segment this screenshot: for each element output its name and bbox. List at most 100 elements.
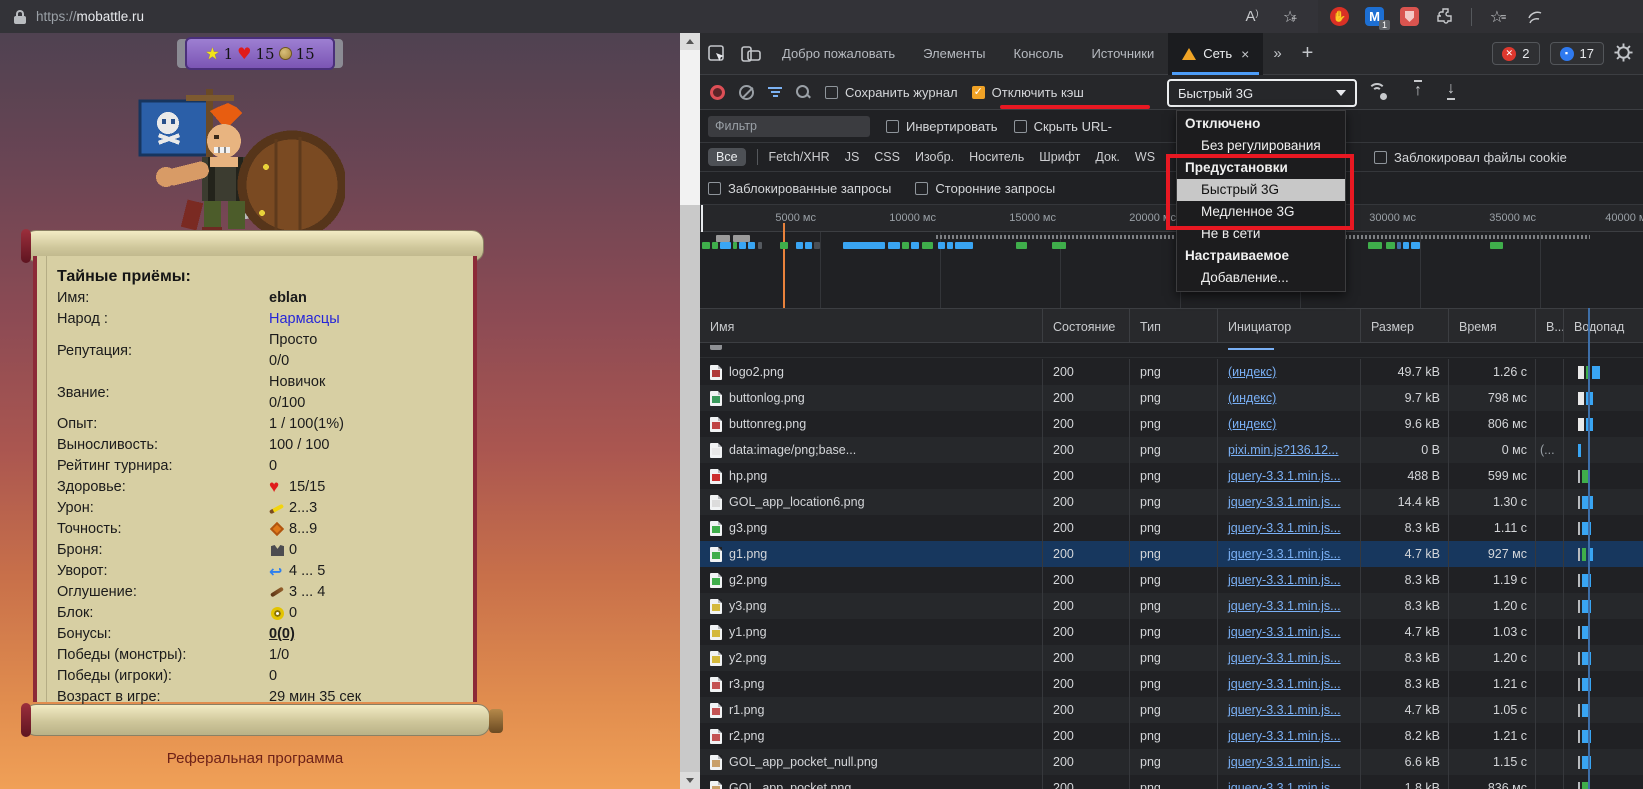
type-filter[interactable]: WS: [1135, 150, 1155, 164]
malwarebytes-icon[interactable]: M1: [1365, 7, 1384, 26]
search-icon[interactable]: [796, 85, 811, 100]
network-conditions-icon[interactable]: [1368, 83, 1390, 101]
request-initiator-link[interactable]: jquery-3.3.1.min.js...: [1228, 573, 1341, 587]
devtools-tab[interactable]: Элементы: [909, 33, 999, 75]
col-time[interactable]: Время: [1448, 309, 1535, 344]
clear-icon[interactable]: [739, 85, 754, 100]
partial-request-row[interactable]: [700, 343, 1643, 358]
preserve-log-checkbox[interactable]: Сохранить журнал: [825, 85, 958, 100]
throttling-menu-item[interactable]: Настраиваемое: [1177, 245, 1345, 267]
tab-network[interactable]: Сеть ×: [1168, 33, 1263, 75]
add-favorite-icon[interactable]: ☆+: [1280, 7, 1300, 27]
request-row[interactable]: buttonreg.png 200 png (индекс) 9.6 kB 80…: [700, 411, 1643, 437]
devtools-tab[interactable]: Источники: [1077, 33, 1168, 75]
scrollbar-thumb[interactable]: [680, 50, 700, 205]
request-initiator-link[interactable]: jquery-3.3.1.min.js...: [1228, 625, 1341, 639]
request-row[interactable]: g1.png 200 png jquery-3.3.1.min.js... 4.…: [700, 541, 1643, 567]
type-filter-all[interactable]: Все: [708, 148, 746, 166]
devtools-tab[interactable]: Консоль: [1000, 33, 1078, 75]
add-tab-icon[interactable]: +: [1292, 42, 1324, 65]
request-initiator-link[interactable]: jquery-3.3.1.min.js...: [1228, 677, 1341, 691]
col-type[interactable]: Тип: [1129, 309, 1217, 344]
request-initiator-link[interactable]: jquery-3.3.1.min.js...: [1228, 651, 1341, 665]
disable-cache-checkbox[interactable]: Отключить кэш: [972, 85, 1084, 100]
request-initiator-link[interactable]: (индекс): [1228, 417, 1276, 431]
inspect-element-icon[interactable]: [700, 39, 734, 69]
referral-link[interactable]: Реферальная программа: [33, 750, 477, 767]
request-row[interactable]: GOL_app_pocket.png 200 png jquery-3.3.1.…: [700, 775, 1643, 789]
extensions-puzzle-icon[interactable]: [1435, 7, 1455, 27]
request-initiator-link[interactable]: jquery-3.3.1.min.js...: [1228, 547, 1341, 561]
import-har-icon[interactable]: ↑: [1414, 80, 1422, 100]
export-har-icon[interactable]: ↓: [1447, 80, 1455, 100]
adblock-hand-icon[interactable]: ✋: [1330, 7, 1349, 26]
close-tab-icon[interactable]: ×: [1241, 46, 1249, 62]
blocked-requests-checkbox[interactable]: Заблокированные запросы: [708, 181, 891, 196]
col-waterfall[interactable]: Водопад: [1563, 309, 1643, 344]
throttling-dropdown[interactable]: Быстрый 3G: [1167, 79, 1357, 107]
request-initiator-link[interactable]: jquery-3.3.1.min.js...: [1228, 599, 1341, 613]
request-row[interactable]: r2.png 200 png jquery-3.3.1.min.js... 8.…: [700, 723, 1643, 749]
request-row[interactable]: hp.png 200 png jquery-3.3.1.min.js... 48…: [700, 463, 1643, 489]
address-bar[interactable]: https://mobattle.ru A) ☆+: [0, 0, 1318, 33]
request-initiator-link[interactable]: jquery-3.3.1.min.js...: [1228, 521, 1341, 535]
url-text[interactable]: https://mobattle.ru: [36, 9, 144, 24]
record-icon[interactable]: [710, 85, 725, 100]
type-filter[interactable]: JS: [845, 150, 860, 164]
col-size[interactable]: Размер: [1360, 309, 1448, 344]
request-initiator-link[interactable]: jquery-3.3.1.min.js...: [1228, 755, 1341, 769]
read-aloud-icon[interactable]: A): [1242, 7, 1262, 27]
request-row[interactable]: r1.png 200 png jquery-3.3.1.min.js... 4.…: [700, 697, 1643, 723]
request-row[interactable]: y3.png 200 png jquery-3.3.1.min.js... 8.…: [700, 593, 1643, 619]
request-row[interactable]: y1.png 200 png jquery-3.3.1.min.js... 4.…: [700, 619, 1643, 645]
device-toolbar-icon[interactable]: [734, 39, 768, 69]
request-row[interactable]: y2.png 200 png jquery-3.3.1.min.js... 8.…: [700, 645, 1643, 671]
more-tabs-icon[interactable]: »: [1263, 45, 1291, 62]
request-row[interactable]: logo2.png 200 png (индекс) 49.7 kB 1.26 …: [700, 359, 1643, 385]
type-filter[interactable]: Док.: [1095, 150, 1120, 164]
type-filter[interactable]: Fetch/XHR: [769, 150, 830, 164]
request-initiator-link[interactable]: (индекс): [1228, 391, 1276, 405]
throttling-menu-item[interactable]: Отключено: [1177, 113, 1345, 135]
type-filter[interactable]: Шрифт: [1039, 150, 1080, 164]
message-count-badge[interactable]: ▪17: [1550, 42, 1604, 65]
settings-gear-icon[interactable]: [1614, 43, 1633, 65]
request-initiator-link[interactable]: jquery-3.3.1.min.js...: [1228, 781, 1341, 789]
page-scrollbar[interactable]: [680, 33, 700, 789]
type-filter[interactable]: Носитель: [969, 150, 1024, 164]
request-row[interactable]: g2.png 200 png jquery-3.3.1.min.js... 8.…: [700, 567, 1643, 593]
devtools-tab[interactable]: Добро пожаловать: [768, 33, 909, 75]
hide-data-urls-checkbox[interactable]: Скрыть URL-: [1014, 119, 1112, 134]
request-row[interactable]: buttonlog.png 200 png (индекс) 9.7 kB 79…: [700, 385, 1643, 411]
shield-extension-icon[interactable]: [1400, 7, 1419, 26]
scroll-down-button[interactable]: [680, 772, 700, 789]
invert-checkbox[interactable]: Инвертировать: [886, 119, 998, 134]
type-filter[interactable]: CSS: [874, 150, 900, 164]
col-status[interactable]: Состояние: [1042, 309, 1129, 344]
col-name[interactable]: Имя: [700, 309, 1042, 344]
third-party-checkbox[interactable]: Сторонние запросы: [915, 181, 1055, 196]
request-row[interactable]: r3.png 200 png jquery-3.3.1.min.js... 8.…: [700, 671, 1643, 697]
blocked-cookies-checkbox[interactable]: Заблокировал файлы cookie: [1374, 150, 1567, 165]
browser-extra-icon[interactable]: [1524, 7, 1544, 27]
col-initiator[interactable]: Инициатор: [1217, 309, 1360, 344]
request-initiator-link[interactable]: jquery-3.3.1.min.js...: [1228, 729, 1341, 743]
request-initiator-link[interactable]: (индекс): [1228, 365, 1276, 379]
request-row[interactable]: GOL_app_location6.png 200 png jquery-3.3…: [700, 489, 1643, 515]
request-row[interactable]: g3.png 200 png jquery-3.3.1.min.js... 8.…: [700, 515, 1643, 541]
lock-icon[interactable]: [14, 10, 26, 24]
request-initiator-link[interactable]: jquery-3.3.1.min.js...: [1228, 495, 1341, 509]
request-row[interactable]: data:image/png;base... 200 png pixi.min.…: [700, 437, 1643, 463]
favorites-star-icon[interactable]: ☆≡: [1488, 7, 1508, 27]
request-row[interactable]: GOL_app_pocket_null.png 200 png jquery-3…: [700, 749, 1643, 775]
error-count-badge[interactable]: ✕2: [1492, 42, 1539, 65]
request-initiator-link[interactable]: jquery-3.3.1.min.js...: [1228, 703, 1341, 717]
col-waterfall-mini[interactable]: В...: [1535, 309, 1563, 344]
filter-input[interactable]: [708, 116, 870, 137]
request-initiator-link[interactable]: pixi.min.js?136.12...: [1228, 443, 1338, 457]
filter-icon[interactable]: [768, 87, 782, 97]
request-initiator-link[interactable]: jquery-3.3.1.min.js...: [1228, 469, 1341, 483]
scroll-up-button[interactable]: [680, 33, 700, 50]
type-filter[interactable]: Изобр.: [915, 150, 954, 164]
throttling-menu-item[interactable]: Добавление...: [1177, 267, 1345, 289]
